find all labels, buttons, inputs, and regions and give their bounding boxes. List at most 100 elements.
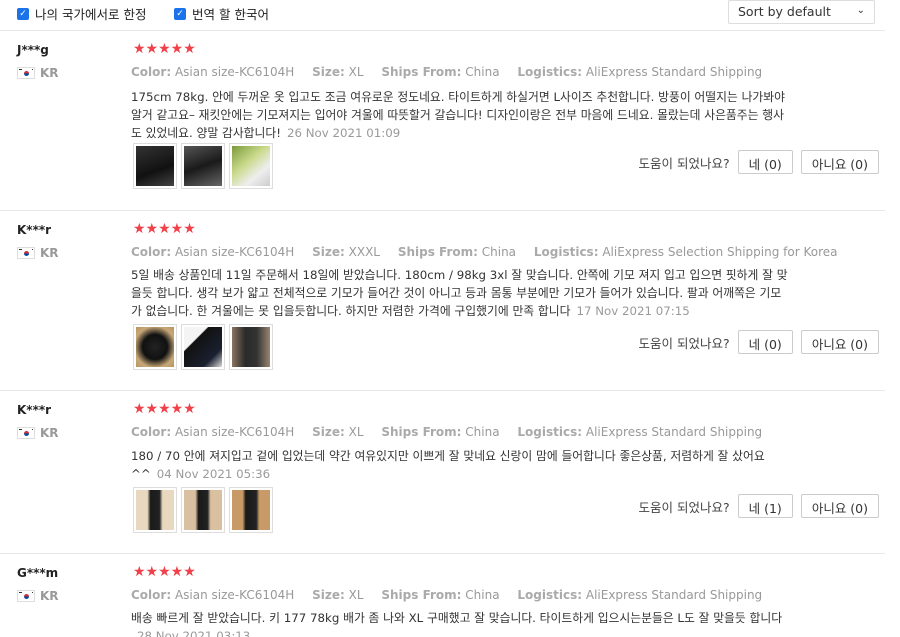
reviewer-name: G***m (17, 566, 59, 580)
review-photos (133, 143, 273, 189)
logistics-value: AliExpress Standard Shipping (585, 65, 763, 79)
size-label: Size: (312, 425, 345, 439)
checkmark-icon: ✓ (174, 7, 186, 20)
review-photo[interactable] (181, 143, 225, 189)
helpful-label: 도움이 되었나요? (638, 335, 730, 351)
star-rating: ★★★★★ (133, 41, 196, 57)
ships-from-value: China (465, 425, 500, 439)
star-rating: ★★★★★ (133, 564, 196, 580)
helpful-section: 도움이 되었나요? 네 (0) 아니요 (0) (639, 330, 879, 354)
divider (0, 390, 885, 391)
logistics-label: Logistics: (517, 588, 583, 602)
review-item: K***r KR ★★★★★ Color: Asian size-KC6104H… (0, 210, 900, 390)
star-rating: ★★★★★ (133, 401, 196, 417)
country-code: KR (40, 66, 59, 80)
ships-from-label: Ships From: (381, 588, 462, 602)
limit-country-label: 나의 국가에서로 한정 (35, 7, 147, 22)
ships-from-value: China (465, 588, 500, 602)
ships-from-label: Ships From: (397, 245, 478, 259)
review-photos (133, 324, 273, 370)
review-attributes: Color: Asian size-KC6104H Size: XXXL Shi… (131, 245, 852, 259)
chevron-down-icon: ⌄ (856, 5, 865, 16)
color-value: Asian size-KC6104H (174, 588, 295, 602)
star-rating: ★★★★★ (133, 221, 196, 237)
helpful-yes-button[interactable]: 네 (1) (737, 494, 793, 518)
checkmark-icon: ✓ (17, 7, 29, 20)
reviewer-country: KR (17, 589, 59, 603)
size-label: Size: (312, 245, 345, 259)
review-photo[interactable] (229, 324, 273, 370)
helpful-no-button[interactable]: 아니요 (0) (800, 494, 879, 518)
review-date: 26 Nov 2021 01:09 (286, 126, 401, 140)
logistics-label: Logistics: (533, 245, 599, 259)
size-value: XXXL (348, 245, 380, 259)
review-date: 28 Nov 2021 03:13 (137, 629, 251, 637)
review-photos (133, 487, 273, 533)
color-value: Asian size-KC6104H (174, 65, 295, 79)
logistics-value: AliExpress Standard Shipping (585, 588, 763, 602)
size-value: XL (348, 588, 364, 602)
country-code: KR (40, 426, 59, 440)
helpful-label: 도움이 되었나요? (638, 499, 730, 515)
limit-country-checkbox[interactable]: ✓ 나의 국가에서로 한정 (17, 4, 146, 23)
ships-from-label: Ships From: (381, 425, 462, 439)
review-photo[interactable] (133, 487, 177, 533)
review-date: 04 Nov 2021 05:36 (156, 467, 271, 481)
helpful-no-button[interactable]: 아니요 (0) (800, 330, 879, 354)
logistics-label: Logistics: (517, 425, 583, 439)
size-label: Size: (312, 588, 345, 602)
size-value: XL (348, 425, 364, 439)
review-photo[interactable] (181, 324, 225, 370)
translate-label: 번역 할 한국어 (192, 7, 269, 22)
review-photo[interactable] (181, 487, 225, 533)
divider (0, 30, 885, 31)
review-item: K***r KR ★★★★★ Color: Asian size-KC6104H… (0, 390, 900, 554)
reviewer-name: K***r (17, 403, 52, 417)
helpful-yes-button[interactable]: 네 (0) (737, 150, 793, 174)
review-text: 180 / 70 안에 져지입고 겉에 입었는데 약간 여유있지만 이쁘게 잘 … (131, 447, 791, 483)
review-text: 5일 배송 상품인데 11일 주문해서 18일에 받았습니다. 180cm / … (131, 266, 791, 320)
color-label: Color: (131, 588, 172, 602)
korea-flag-icon (17, 67, 35, 79)
review-photo[interactable] (229, 487, 273, 533)
ships-from-value: China (481, 245, 517, 259)
sort-label: Sort by default (738, 4, 831, 19)
reviewer-country: KR (17, 246, 59, 260)
helpful-section: 도움이 되었나요? 네 (0) 아니요 (0) (639, 150, 879, 174)
size-value: XL (348, 65, 364, 79)
review-photo[interactable] (133, 324, 177, 370)
review-item: G***m KR ★★★★★ Color: Asian size-KC6104H… (0, 553, 900, 637)
review-text: 175cm 78kg. 안에 두꺼운 옷 입고도 조금 여유로운 정도네요. 타… (131, 88, 791, 142)
helpful-no-button[interactable]: 아니요 (0) (800, 150, 879, 174)
logistics-label: Logistics: (517, 65, 583, 79)
review-body: 175cm 78kg. 안에 두꺼운 옷 입고도 조금 여유로운 정도네요. 타… (131, 90, 785, 140)
helpful-yes-button[interactable]: 네 (0) (737, 330, 793, 354)
ships-from-label: Ships From: (381, 65, 462, 79)
review-photo[interactable] (133, 143, 177, 189)
reviewer-name: J***g (17, 43, 49, 57)
divider (0, 553, 885, 554)
reviewer-name: K***r (17, 223, 52, 237)
color-label: Color: (131, 425, 172, 439)
review-date: 17 Nov 2021 07:15 (576, 304, 690, 318)
translate-checkbox[interactable]: ✓ 번역 할 한국어 (174, 4, 269, 23)
review-attributes: Color: Asian size-KC6104H Size: XL Ships… (131, 588, 776, 602)
country-code: KR (40, 246, 59, 260)
korea-flag-icon (17, 247, 35, 259)
review-item: J***g KR ★★★★★ Color: Asian size-KC6104H… (0, 30, 900, 210)
korea-flag-icon (17, 427, 35, 439)
ships-from-value: China (465, 65, 500, 79)
color-value: Asian size-KC6104H (174, 245, 295, 259)
helpful-label: 도움이 되었나요? (638, 155, 730, 171)
color-label: Color: (131, 245, 172, 259)
size-label: Size: (312, 65, 345, 79)
color-label: Color: (131, 65, 172, 79)
filter-bar: ✓ 나의 국가에서로 한정 ✓ 번역 할 한국어 Sort by default… (0, 0, 900, 30)
review-body: 배송 빠르게 잘 받았습니다. 키 177 78kg 배가 좀 나와 XL 구매… (131, 611, 783, 625)
sort-dropdown[interactable]: Sort by default ⌄ (728, 0, 875, 24)
color-value: Asian size-KC6104H (174, 425, 295, 439)
review-photo[interactable] (229, 143, 273, 189)
logistics-value: AliExpress Standard Shipping (585, 425, 763, 439)
review-text: 배송 빠르게 잘 받았습니다. 키 177 78kg 배가 좀 나와 XL 구매… (131, 609, 791, 637)
reviewer-country: KR (17, 426, 59, 440)
